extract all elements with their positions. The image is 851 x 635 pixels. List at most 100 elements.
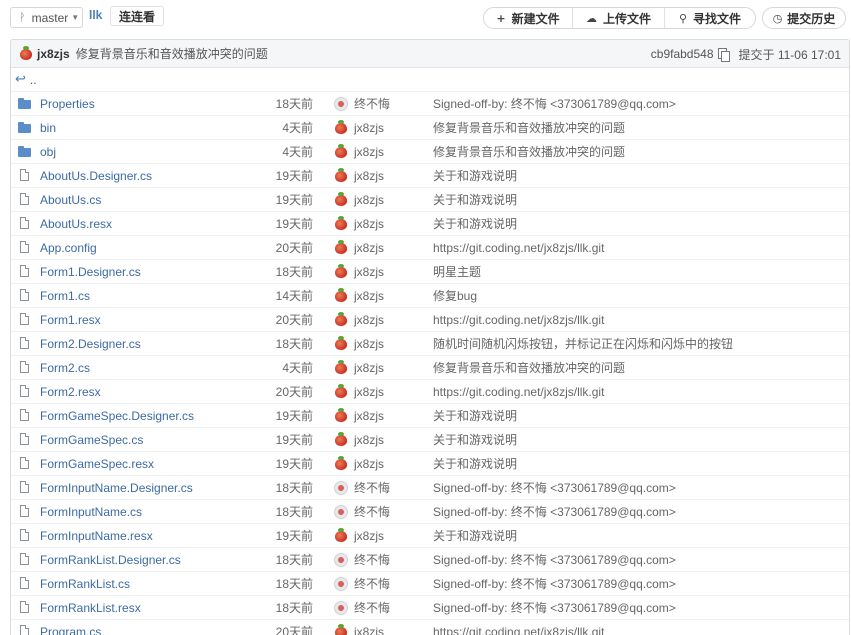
- committer-avatar[interactable]: [334, 312, 348, 327]
- commit-history-button[interactable]: ◷ 提交历史: [762, 7, 846, 29]
- commit-message-link[interactable]: 关于和游戏说明: [433, 524, 517, 548]
- committer-name[interactable]: jx8zjs: [354, 356, 384, 380]
- file-name-link[interactable]: AboutUs.resx: [40, 212, 112, 236]
- committer-name[interactable]: jx8zjs: [354, 524, 384, 548]
- committer-avatar[interactable]: [334, 144, 348, 159]
- file-name-link[interactable]: AboutUs.cs: [40, 188, 101, 212]
- committer-name[interactable]: jx8zjs: [354, 116, 384, 140]
- find-file-button[interactable]: ⚲ 寻找文件: [665, 8, 755, 28]
- committer-name[interactable]: 终不悔: [354, 548, 390, 572]
- committer-name[interactable]: 终不悔: [354, 500, 390, 524]
- committer-name[interactable]: 终不悔: [354, 596, 390, 620]
- commit-message-link[interactable]: Signed-off-by: 终不悔 <373061789@qq.com>: [433, 476, 676, 500]
- commit-message-link[interactable]: 随机时间随机闪烁按钮，并标记正在闪烁和闪烁中的按钮: [433, 332, 733, 356]
- upload-file-button[interactable]: ☁ 上传文件: [573, 8, 665, 28]
- committer-name[interactable]: jx8zjs: [354, 164, 384, 188]
- file-name-link[interactable]: Form2.Designer.cs: [40, 332, 141, 356]
- file-name-link[interactable]: FormRankList.Designer.cs: [40, 548, 181, 572]
- committer-avatar[interactable]: [334, 168, 348, 183]
- commit-message-link[interactable]: Signed-off-by: 终不悔 <373061789@qq.com>: [433, 548, 676, 572]
- committer-avatar[interactable]: [334, 408, 348, 423]
- commit-author[interactable]: jx8zjs: [37, 47, 70, 61]
- commit-message-link[interactable]: 关于和游戏说明: [433, 212, 517, 236]
- committer-avatar[interactable]: [334, 97, 348, 111]
- committer-avatar[interactable]: [334, 360, 348, 375]
- file-name-link[interactable]: bin: [40, 116, 56, 140]
- committer-avatar[interactable]: [334, 432, 348, 447]
- copy-icon[interactable]: [717, 48, 730, 62]
- commit-sha[interactable]: cb9fabd548: [651, 47, 714, 61]
- committer-name[interactable]: 终不悔: [354, 92, 390, 116]
- commit-message-link[interactable]: 关于和游戏说明: [433, 404, 517, 428]
- committer-name[interactable]: jx8zjs: [354, 260, 384, 284]
- commit-message-link[interactable]: https://git.coding.net/jx8zjs/llk.git: [433, 620, 604, 635]
- committer-name[interactable]: jx8zjs: [354, 308, 384, 332]
- committer-name[interactable]: jx8zjs: [354, 620, 384, 635]
- commit-message-link[interactable]: 关于和游戏说明: [433, 164, 517, 188]
- commit-message-link[interactable]: 修复背景音乐和音效播放冲突的问题: [433, 140, 625, 164]
- committer-avatar[interactable]: [334, 481, 348, 495]
- file-name-link[interactable]: Program.cs: [40, 620, 101, 635]
- committer-name[interactable]: jx8zjs: [354, 236, 384, 260]
- commit-message-link[interactable]: Signed-off-by: 终不悔 <373061789@qq.com>: [433, 500, 676, 524]
- file-name-link[interactable]: Form1.resx: [40, 308, 101, 332]
- committer-name[interactable]: jx8zjs: [354, 380, 384, 404]
- committer-avatar[interactable]: [334, 553, 348, 567]
- committer-name[interactable]: jx8zjs: [354, 284, 384, 308]
- committer-avatar[interactable]: [334, 336, 348, 351]
- commit-message-link[interactable]: Signed-off-by: 终不悔 <373061789@qq.com>: [433, 92, 676, 116]
- committer-avatar[interactable]: [334, 577, 348, 591]
- committer-avatar[interactable]: [334, 120, 348, 135]
- committer-name[interactable]: jx8zjs: [354, 332, 384, 356]
- committer-avatar[interactable]: [334, 216, 348, 231]
- commit-message-link[interactable]: https://git.coding.net/jx8zjs/llk.git: [433, 308, 604, 332]
- commit-message-link[interactable]: https://git.coding.net/jx8zjs/llk.git: [433, 236, 604, 260]
- commit-message-link[interactable]: https://git.coding.net/jx8zjs/llk.git: [433, 380, 604, 404]
- file-name-link[interactable]: FormRankList.cs: [40, 572, 130, 596]
- commit-message-link[interactable]: 修复背景音乐和音效播放冲突的问题: [433, 356, 625, 380]
- file-name-link[interactable]: Form1.cs: [40, 284, 90, 308]
- parent-directory-link[interactable]: ↩ ..: [11, 68, 849, 92]
- file-name-link[interactable]: FormInputName.resx: [40, 524, 153, 548]
- file-name-link[interactable]: App.config: [40, 236, 97, 260]
- file-name-link[interactable]: FormRankList.resx: [40, 596, 141, 620]
- committer-avatar[interactable]: [334, 624, 348, 635]
- committer-avatar[interactable]: [334, 601, 348, 615]
- commit-message-link[interactable]: 关于和游戏说明: [433, 452, 517, 476]
- committer-avatar[interactable]: [334, 192, 348, 207]
- committer-name[interactable]: jx8zjs: [354, 452, 384, 476]
- committer-avatar[interactable]: [334, 288, 348, 303]
- commit-message-link[interactable]: 修复bug: [433, 284, 477, 308]
- commit-message-link[interactable]: 修复背景音乐和音效播放冲突的问题: [433, 116, 625, 140]
- committer-avatar[interactable]: [334, 505, 348, 519]
- commit-message-link[interactable]: Signed-off-by: 终不悔 <373061789@qq.com>: [433, 572, 676, 596]
- committer-avatar[interactable]: [334, 384, 348, 399]
- commit-message-link[interactable]: Signed-off-by: 终不悔 <373061789@qq.com>: [433, 596, 676, 620]
- file-name-link[interactable]: FormGameSpec.resx: [40, 452, 154, 476]
- committer-name[interactable]: jx8zjs: [354, 188, 384, 212]
- file-name-link[interactable]: Properties: [40, 92, 95, 116]
- committer-name[interactable]: jx8zjs: [354, 404, 384, 428]
- committer-name[interactable]: jx8zjs: [354, 212, 384, 236]
- committer-avatar[interactable]: [334, 264, 348, 279]
- branch-selector[interactable]: ᚹ master ▼: [10, 7, 83, 28]
- committer-avatar[interactable]: [334, 456, 348, 471]
- commit-message[interactable]: 修复背景音乐和音效播放冲突的问题: [76, 45, 268, 62]
- file-name-link[interactable]: FormGameSpec.cs: [40, 428, 143, 452]
- file-name-link[interactable]: FormGameSpec.Designer.cs: [40, 404, 194, 428]
- file-name-link[interactable]: AboutUs.Designer.cs: [40, 164, 152, 188]
- commit-message-link[interactable]: 关于和游戏说明: [433, 188, 517, 212]
- author-avatar[interactable]: [19, 45, 33, 61]
- commit-message-link[interactable]: 关于和游戏说明: [433, 428, 517, 452]
- committer-avatar[interactable]: [334, 240, 348, 255]
- committer-avatar[interactable]: [334, 528, 348, 543]
- committer-name[interactable]: 终不悔: [354, 572, 390, 596]
- commit-message-link[interactable]: 明星主题: [433, 260, 481, 284]
- file-name-link[interactable]: Form2.resx: [40, 380, 101, 404]
- committer-name[interactable]: 终不悔: [354, 476, 390, 500]
- committer-name[interactable]: jx8zjs: [354, 140, 384, 164]
- breadcrumb-repo[interactable]: llk: [89, 8, 102, 22]
- file-name-link[interactable]: Form1.Designer.cs: [40, 260, 141, 284]
- new-file-button[interactable]: + 新建文件: [484, 8, 573, 28]
- file-name-link[interactable]: FormInputName.Designer.cs: [40, 476, 193, 500]
